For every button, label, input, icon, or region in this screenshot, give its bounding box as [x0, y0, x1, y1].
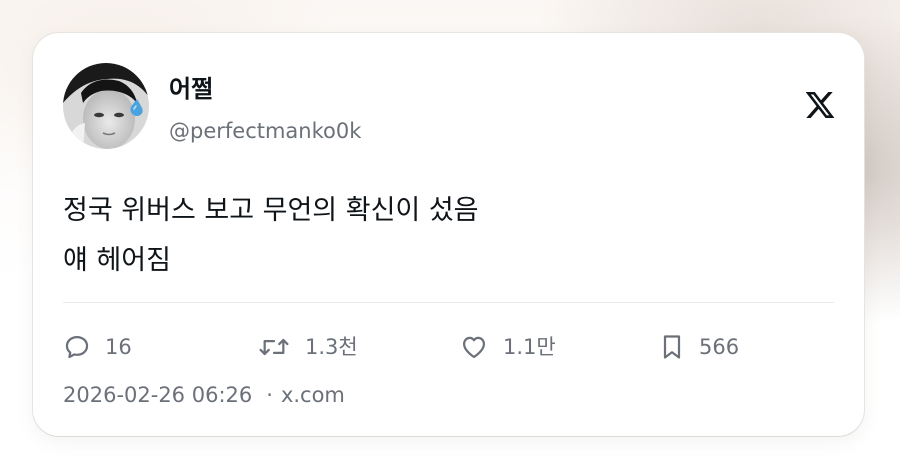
reply-button[interactable]: 16: [63, 330, 132, 364]
bookmark-button[interactable]: 566: [659, 330, 739, 364]
timestamp[interactable]: 2026-02-26 06:26: [63, 383, 252, 407]
tweet-text-line: 정국 위버스 보고 무언의 확신이 섰음: [63, 195, 479, 226]
bookmark-icon: [663, 335, 681, 359]
x-logo-icon[interactable]: [804, 89, 836, 121]
like-count: 1.1만: [503, 335, 556, 359]
retweet-count: 1.3천: [305, 335, 358, 359]
bookmark-count: 566: [699, 335, 740, 359]
display-name[interactable]: 어쩔: [169, 73, 213, 105]
tweet-card: 어쩔 @perfectmanko0k 정국 위버스 보고 무언의 확신이 섰음 …: [33, 33, 864, 436]
reply-count: 16: [105, 335, 132, 359]
avatar-image: [63, 63, 149, 149]
source-link[interactable]: x.com: [281, 383, 345, 407]
tweet-text: 정국 위버스 보고 무언의 확신이 섰음 얘 헤어짐: [63, 186, 823, 286]
heart-icon: [462, 336, 486, 359]
avatar[interactable]: [63, 63, 149, 149]
retweet-button[interactable]: 1.3천: [257, 330, 358, 364]
meta-separator: ·: [266, 383, 273, 407]
retweet-icon: [259, 338, 289, 356]
divider: [63, 302, 834, 303]
tweet-meta: 2026-02-26 06:26 · x.com: [63, 379, 345, 411]
user-handle[interactable]: @perfectmanko0k: [169, 117, 361, 145]
tweet-text-line: 얘 헤어짐: [63, 245, 171, 276]
reply-icon: [65, 335, 89, 359]
like-button[interactable]: 1.1만: [459, 330, 556, 364]
